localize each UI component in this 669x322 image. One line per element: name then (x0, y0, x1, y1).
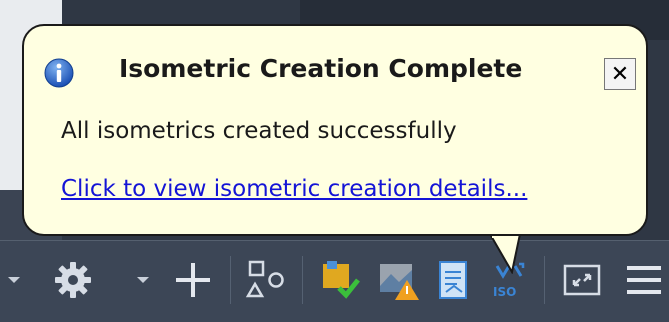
notification-title: Isometric Creation Complete (119, 54, 523, 83)
project-check-icon[interactable] (312, 252, 366, 308)
dropdown-arrow-icon[interactable] (0, 252, 28, 308)
document-icon[interactable] (428, 252, 480, 308)
toolbar-separator (302, 256, 303, 304)
fullscreen-icon[interactable] (556, 252, 608, 308)
menu-icon[interactable] (618, 252, 668, 308)
dropdown-arrow-icon[interactable] (130, 252, 156, 308)
notification-message: All isometrics created successfully (61, 118, 457, 144)
details-link[interactable]: Click to view isometric creation details… (61, 176, 527, 202)
toolbar-separator (230, 256, 231, 304)
notification-balloon: Isometric Creation Complete ✕ All isomet… (22, 24, 648, 236)
svg-text:ISO: ISO (493, 285, 516, 299)
shapes-icon[interactable] (238, 252, 294, 308)
info-icon (44, 58, 74, 88)
gear-icon[interactable] (48, 252, 98, 308)
warning-image-icon[interactable] (372, 252, 426, 308)
balloon-tail (490, 234, 521, 274)
toolbar-separator (544, 256, 545, 304)
plus-icon[interactable] (168, 252, 218, 308)
close-button[interactable]: ✕ (604, 58, 636, 90)
